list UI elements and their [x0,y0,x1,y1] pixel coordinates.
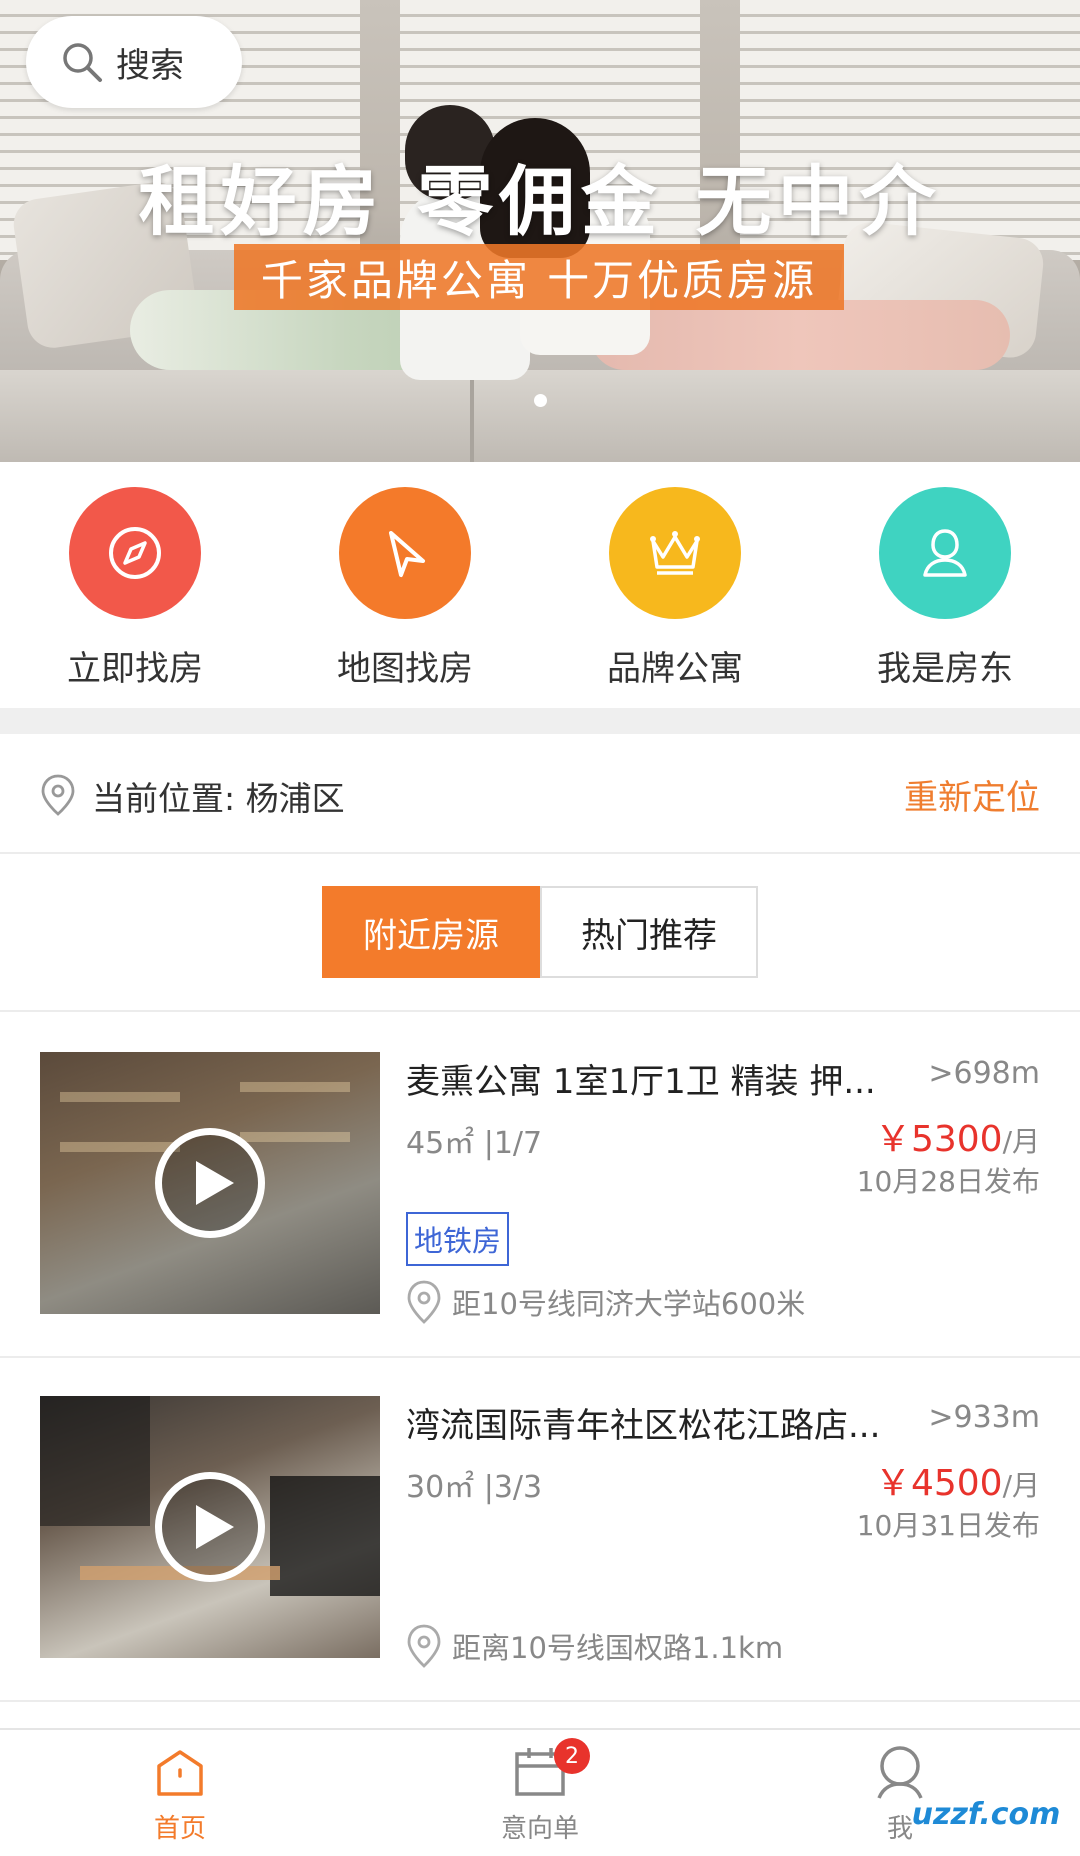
notification-badge: 2 [554,1738,590,1774]
listing-title: 麦熏公寓 1室1厅1卫 精装 押... [406,1062,876,1102]
relocate-button[interactable]: 重新定位 [904,770,1040,819]
crown-icon [650,531,700,575]
person-b-legs [590,300,1010,370]
listing-price-value: ￥5300 [874,1119,1003,1160]
location-pin-icon [41,774,75,816]
home-icon [157,1750,203,1796]
quick-action-label: 地图找房 [337,649,473,689]
play-video-button[interactable] [155,1128,265,1238]
search-label: 搜索 [116,45,184,86]
quick-action-circle [69,487,201,619]
listing-title: 湾流国际青年社区松花江路店... [406,1406,881,1446]
listing-area-floor: 30㎡ |3/3 [406,1470,543,1505]
listing-thumbnail[interactable] [40,1052,380,1314]
listing-price-unit: /月 [1002,1125,1040,1158]
quick-actions: 立即找房 地图找房 品牌公寓 我是房东 [0,462,1080,708]
listing-location-text: 距10号线同济大学站600米 [452,1287,806,1321]
listing-thumbnail[interactable] [40,1396,380,1658]
current-location-row: 当前位置: 杨浦区 重新定位 [0,734,1080,854]
site-watermark-logo: uzzf.com [911,1796,1061,1832]
nav-wishlist[interactable]: 2 意向单 [420,1738,660,1854]
carousel-indicator[interactable] [534,394,547,407]
listing-location: 距离10号线国权路1.1km [406,1624,783,1668]
search-icon [63,43,102,82]
quick-action-label: 品牌公寓 [607,649,743,689]
play-video-button[interactable] [155,1472,265,1582]
sofa-seam [470,370,474,462]
listing-tag-subway: 地铁房 [406,1212,510,1266]
nav-label: 意向单 [500,1814,579,1844]
location-pin-icon [407,1280,441,1324]
user-icon [923,529,967,577]
banner-headline: 租好房 零佣金 无中介 [138,157,942,246]
listing-tabs: 附近房源 热门推荐 [0,856,1080,1012]
listing-date: 10月28日发布 [856,1165,1040,1198]
promo-banner[interactable]: 搜索 租好房 零佣金 无中介 千家品牌公寓 十万优质房源 [0,0,1080,462]
listing-price: ￥4500/月 [875,1454,1040,1506]
sofa-seat [0,370,1080,462]
nav-home[interactable]: 首页 [60,1744,300,1854]
current-location-text: 当前位置: 杨浦区 [92,779,345,818]
quick-action-map-search[interactable]: 地图找房 [270,487,540,697]
listing-price-value: ￥4500 [874,1463,1003,1504]
section-divider [0,708,1080,734]
listing-item[interactable]: 湾流国际青年社区松花江路店... >933m 30㎡ |3/3 ￥4500/月 … [0,1358,1080,1702]
app-root: 搜索 租好房 零佣金 无中介 千家品牌公寓 十万优质房源 立即找房 地图找房 品… [0,0,1080,1856]
quick-action-landlord[interactable]: 我是房东 [810,487,1080,697]
quick-action-circle [609,487,741,619]
listing-price: ￥5300/月 [875,1110,1040,1162]
banner-subline: 千家品牌公寓 十万优质房源 [234,244,844,310]
listing-area-floor: 45㎡ |1/7 [406,1126,543,1161]
quick-action-label: 立即找房 [67,649,203,689]
listing-price-unit: /月 [1002,1469,1040,1502]
listing-distance: >698m [928,1056,1040,1091]
listing-distance: >933m [928,1400,1040,1435]
tab-nearby[interactable]: 附近房源 [322,886,540,978]
quick-action-circle [339,487,471,619]
play-icon [196,1161,234,1205]
listing-location: 距10号线同济大学站600米 [406,1280,805,1324]
listing-item[interactable]: 麦熏公寓 1室1厅1卫 精装 押... >698m 45㎡ |1/7 ￥5300… [0,1014,1080,1358]
play-icon [196,1505,234,1549]
navigation-arrow-icon [389,531,425,577]
nav-label: 首页 [153,1814,206,1844]
quick-action-label: 我是房东 [877,649,1013,689]
search-button[interactable]: 搜索 [26,16,242,108]
tab-popular[interactable]: 热门推荐 [540,886,758,978]
location-pin-icon [407,1624,441,1668]
listing-location-text: 距离10号线国权路1.1km [452,1631,784,1665]
quick-action-circle [879,487,1011,619]
compass-icon [109,527,161,579]
quick-action-brand-apartments[interactable]: 品牌公寓 [540,487,810,697]
quick-action-find-now[interactable]: 立即找房 [0,487,270,697]
listing-date: 10月31日发布 [856,1509,1040,1542]
